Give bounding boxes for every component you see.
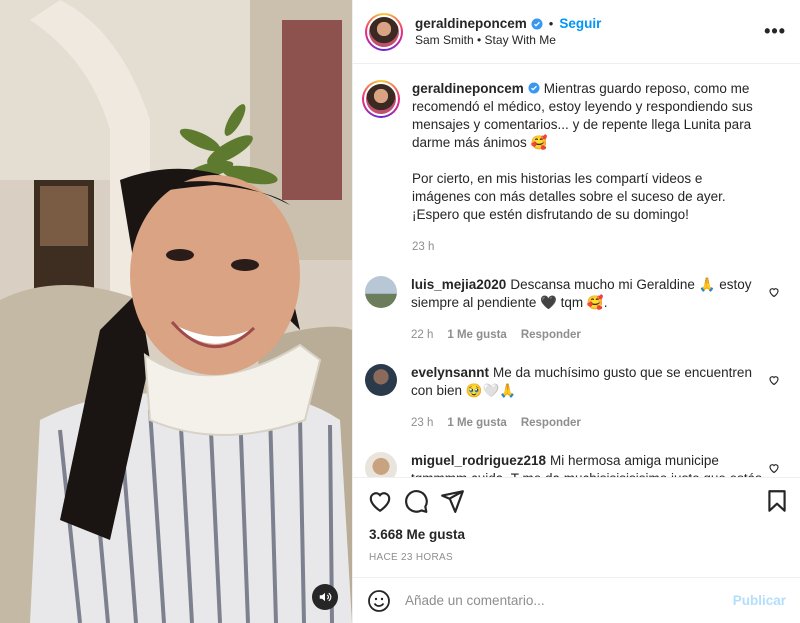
- caption: geraldineponcem Mientras guardo reposo, c…: [362, 80, 784, 256]
- comment-item: luis_mejia2020 Descansa mucho mi Geraldin…: [365, 276, 784, 344]
- comment-avatar[interactable]: [365, 276, 397, 308]
- comment-icon[interactable]: [403, 488, 429, 514]
- caption-text-2: Por cierto, en mis historias les compart…: [412, 171, 726, 222]
- add-comment-bar: Publicar: [353, 577, 800, 623]
- comment-time[interactable]: 23 h: [411, 414, 433, 432]
- comments-list[interactable]: geraldineponcem Mientras guardo reposo, c…: [353, 64, 800, 477]
- post-timestamp[interactable]: HACE 23 HORAS: [353, 552, 800, 563]
- comment-likes[interactable]: 1 Me gusta: [447, 326, 506, 344]
- comment-likes[interactable]: 1 Me gusta: [447, 414, 506, 432]
- comment-input[interactable]: [405, 593, 733, 608]
- comment-avatar[interactable]: [365, 452, 397, 477]
- bookmark-icon[interactable]: [764, 488, 790, 514]
- heart-icon[interactable]: [367, 488, 393, 514]
- comment-username[interactable]: miguel_rodriguez218: [411, 453, 546, 468]
- caption-username[interactable]: geraldineponcem: [412, 81, 524, 96]
- audio-toggle-button[interactable]: [312, 584, 338, 610]
- author-username[interactable]: geraldineponcem: [415, 16, 527, 31]
- separator-dot: •: [548, 16, 554, 31]
- action-bar: [353, 477, 800, 523]
- verified-badge-icon: [531, 18, 543, 29]
- heart-icon[interactable]: [768, 286, 780, 298]
- reply-button[interactable]: Responder: [521, 326, 581, 344]
- comment-item: miguel_rodriguez218 Mi hermosa amiga muni…: [365, 452, 784, 477]
- publish-button[interactable]: Publicar: [733, 593, 786, 608]
- heart-icon[interactable]: [768, 462, 780, 474]
- follow-button[interactable]: Seguir: [559, 16, 601, 31]
- comment-username[interactable]: evelynsannt: [411, 365, 489, 380]
- speaker-icon: [319, 592, 332, 602]
- caption-time[interactable]: 23 h: [412, 238, 434, 256]
- emoji-icon[interactable]: [367, 589, 391, 613]
- heart-icon[interactable]: [768, 374, 780, 386]
- caption-avatar[interactable]: [362, 80, 400, 118]
- comment-avatar[interactable]: [365, 364, 397, 396]
- verified-badge-icon: [528, 82, 540, 94]
- post-media[interactable]: [0, 0, 352, 623]
- more-options-button[interactable]: •••: [764, 21, 786, 42]
- post-panel: geraldineponcem • Seguir Sam Smith • Sta…: [352, 0, 800, 623]
- comment-time[interactable]: 22 h: [411, 326, 433, 344]
- likes-count[interactable]: 3.668 Me gusta: [353, 527, 800, 542]
- audio-track-link[interactable]: Sam Smith • Stay With Me: [415, 33, 764, 47]
- comment-username[interactable]: luis_mejia2020: [411, 277, 506, 292]
- post-photo: [0, 0, 352, 623]
- share-icon[interactable]: [439, 488, 465, 514]
- reply-button[interactable]: Responder: [521, 414, 581, 432]
- author-avatar[interactable]: [365, 12, 403, 51]
- comment-item: evelynsannt Me da muchísimo gusto que se …: [365, 364, 784, 432]
- post-header: geraldineponcem • Seguir Sam Smith • Sta…: [353, 0, 800, 64]
